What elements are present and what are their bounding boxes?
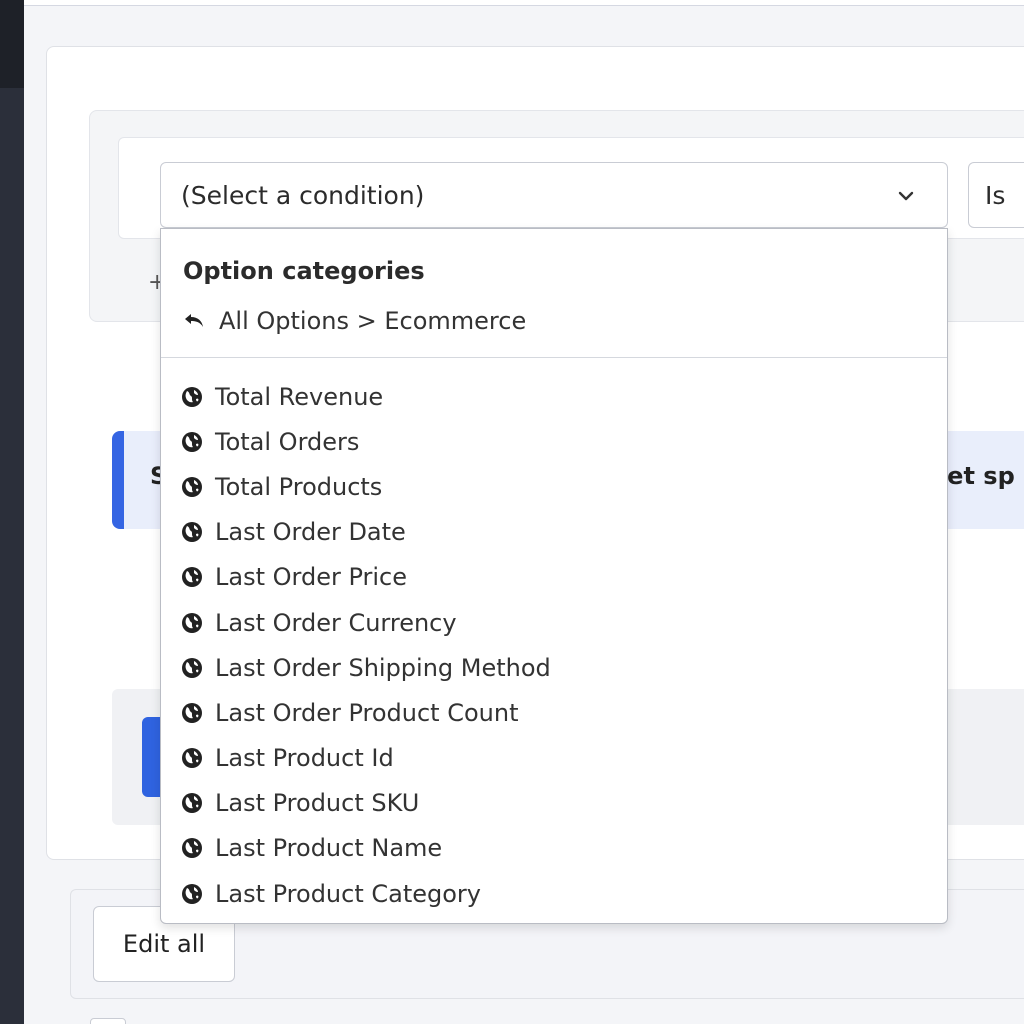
dropdown-option-label: Total Orders	[215, 427, 360, 456]
condition-select-text: (Select a condition)	[181, 180, 425, 210]
dropdown-option[interactable]: Last Order Date	[181, 510, 921, 555]
globe-icon	[182, 657, 202, 678]
dropdown-option-label: Last Order Shipping Method	[215, 653, 551, 682]
dropdown-option[interactable]: Last Product Name	[181, 826, 921, 871]
globe-icon	[182, 793, 202, 814]
condition-select[interactable]: (Select a condition)	[160, 162, 948, 228]
dropdown-option[interactable]: Last Order Product Count	[181, 690, 921, 735]
dropdown-option[interactable]: Total Revenue	[181, 374, 921, 419]
dropdown-option[interactable]: Total Orders	[181, 419, 921, 464]
globe-icon	[182, 431, 202, 452]
left-sidebar-rail	[0, 0, 24, 1024]
left-sidebar-rail-top	[0, 0, 24, 88]
dropdown-heading: Option categories	[183, 257, 425, 285]
dropdown-option[interactable]: Last Product Id	[181, 736, 921, 781]
operator-select-text: Is	[985, 180, 1006, 210]
dropdown-option[interactable]: Last Order Shipping Method	[181, 645, 921, 690]
globe-icon	[182, 838, 202, 859]
condition-dropdown-menu: Option categories All Options > Ecommerc…	[160, 228, 948, 924]
reply-arrow-icon	[185, 314, 203, 327]
dropdown-option-label: Total Products	[215, 472, 383, 501]
dropdown-option-label: Total Revenue	[215, 382, 384, 411]
dropdown-option[interactable]: Last Order Price	[181, 555, 921, 600]
dropdown-option-label: Last Order Currency	[215, 608, 457, 637]
dropdown-option-label: Last Order Product Count	[215, 698, 519, 727]
globe-icon	[182, 476, 202, 497]
dropdown-option-label: Last Product Category	[215, 879, 482, 908]
globe-icon	[182, 386, 202, 407]
dropdown-option-label: Last Product Id	[215, 744, 394, 773]
dropdown-divider	[161, 357, 947, 358]
dropdown-option[interactable]: Total Products	[181, 464, 921, 509]
bottom-checkbox[interactable]	[90, 1018, 126, 1024]
globe-icon	[182, 702, 202, 723]
chevron-down-icon	[898, 191, 914, 201]
globe-icon	[182, 612, 202, 633]
breadcrumb-text: All Options > Ecommerce	[219, 307, 527, 335]
dropdown-option-label: Last Order Price	[215, 563, 407, 592]
dropdown-option-label: Last Product SKU	[215, 789, 420, 818]
globe-icon	[182, 522, 202, 543]
globe-icon	[182, 883, 202, 904]
dropdown-option[interactable]: Last Order Currency	[181, 600, 921, 645]
dropdown-option-label: Last Product Name	[215, 834, 443, 863]
dropdown-option-label: Last Order Date	[215, 518, 406, 547]
dropdown-option[interactable]: Last Product Category	[181, 871, 921, 916]
globe-icon	[182, 748, 202, 769]
dropdown-option-list: Total Revenue Total Orders Total Products L…	[181, 374, 921, 916]
operator-select[interactable]: Is	[968, 162, 1024, 228]
dropdown-option[interactable]: Last Product SKU	[181, 781, 921, 826]
breadcrumb-back-link[interactable]: All Options > Ecommerce	[183, 307, 526, 335]
globe-icon	[182, 567, 202, 588]
